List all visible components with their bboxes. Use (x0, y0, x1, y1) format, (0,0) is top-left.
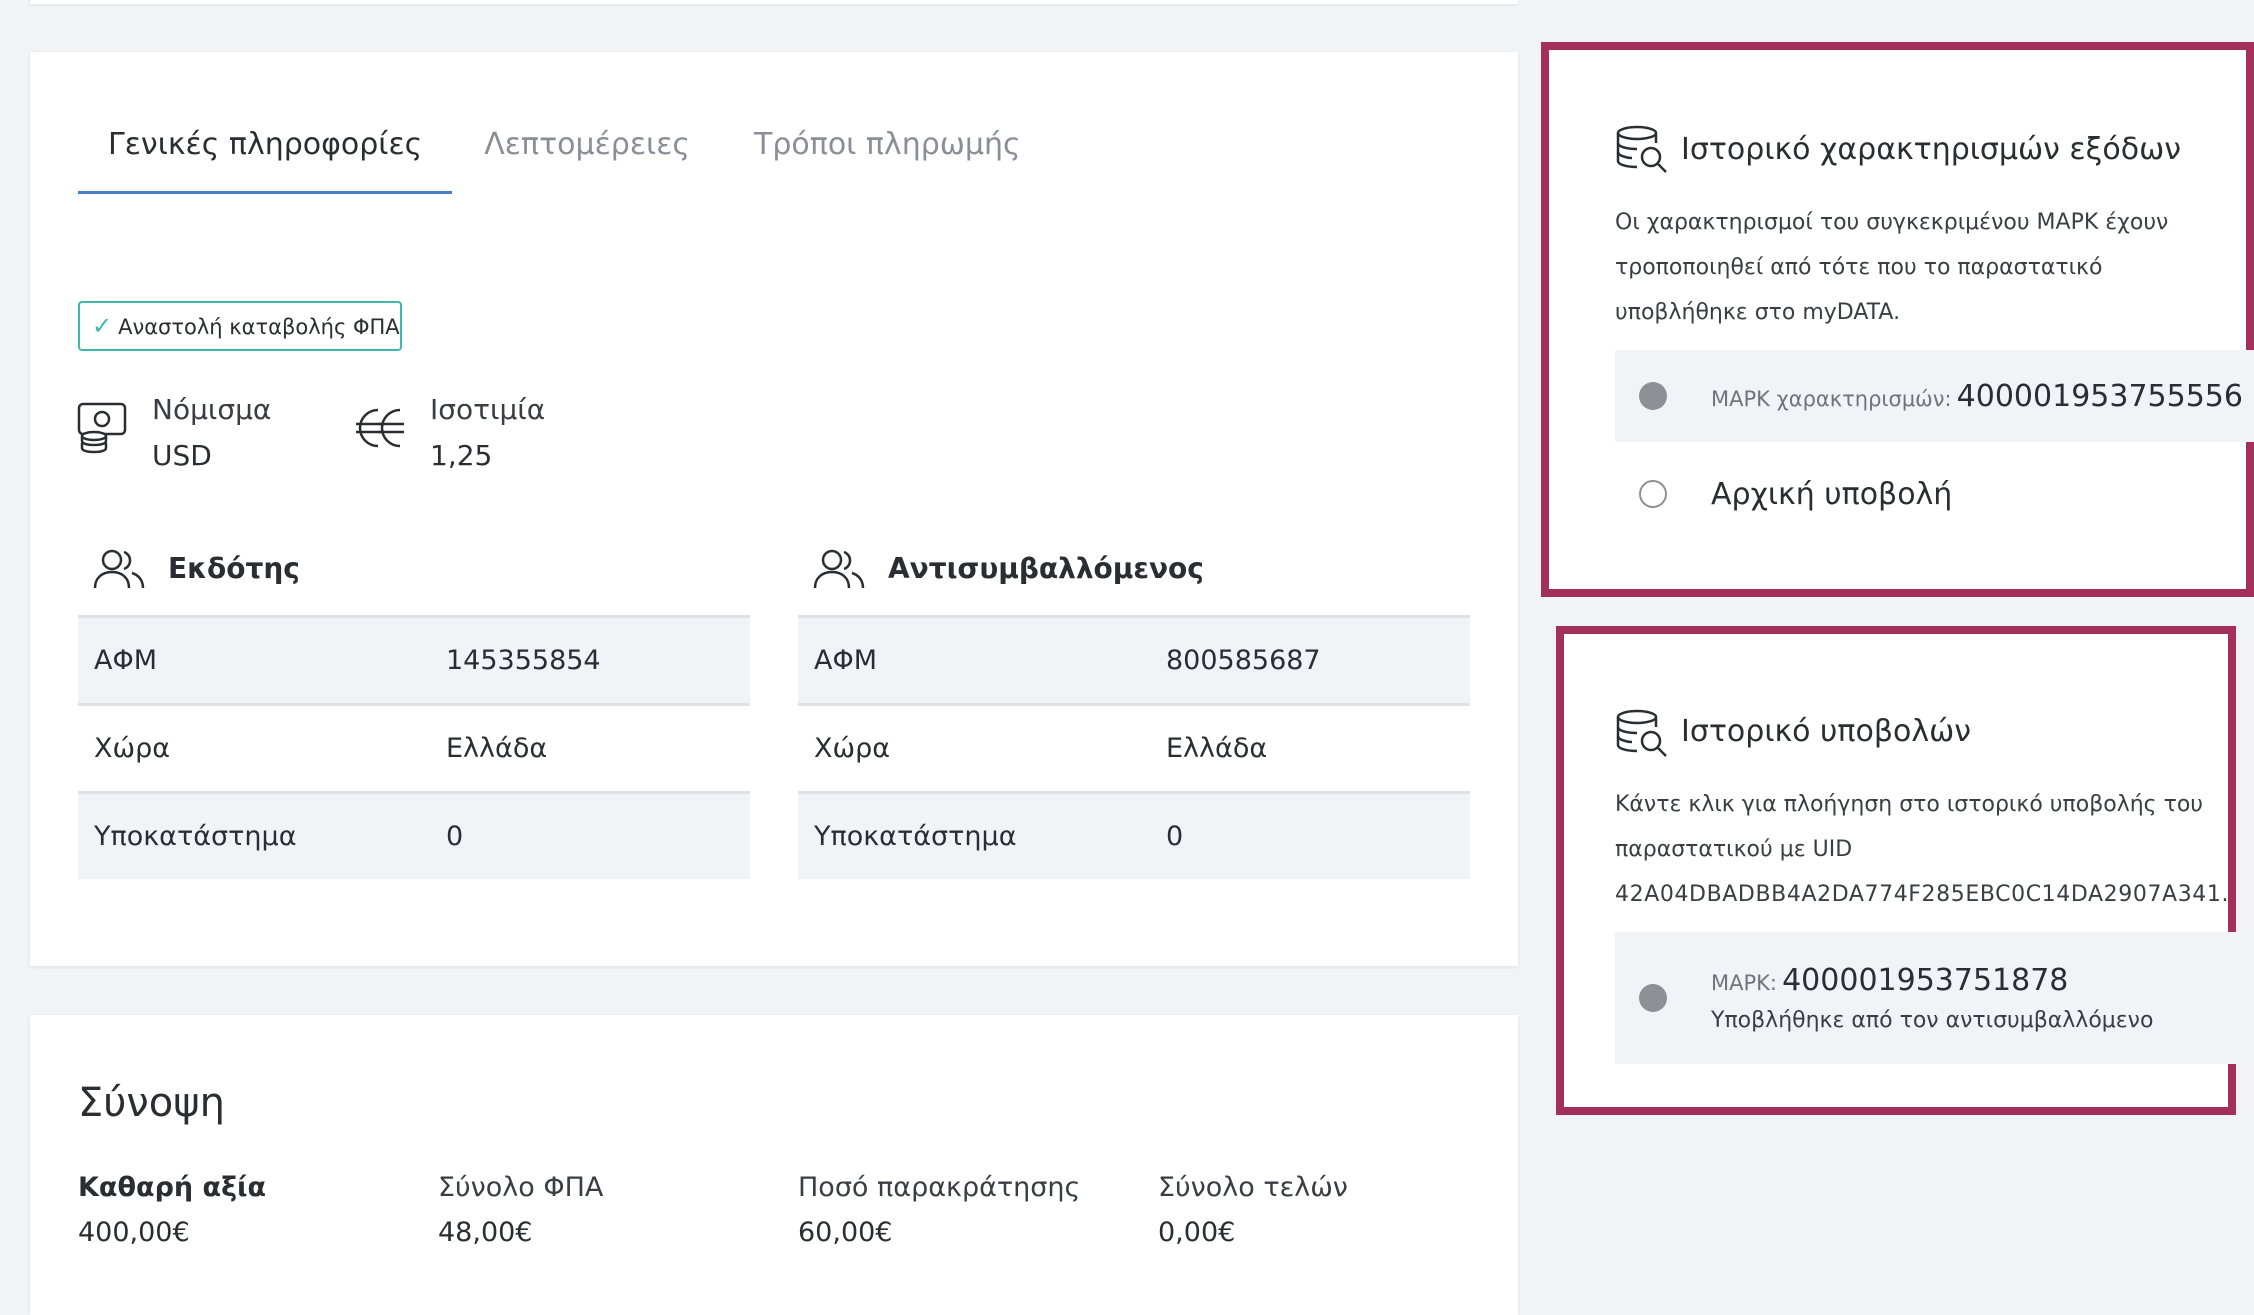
vat-suspension-label: Αναστολή καταβολής ΦΠΑ (118, 315, 400, 339)
desc-line: Οι χαρακτηρισμοί του συγκεκριμένου ΜΑΡΚ … (1615, 210, 2169, 235)
currency-coins-icon (76, 400, 130, 460)
mark-value: 400001953751878 (1782, 963, 2069, 998)
currency-info: Νόμισμα USD (152, 390, 271, 476)
issuer-table: ΑΦΜ 145355854 Χώρα Ελλάδα Υποκατάστημα 0 (78, 615, 750, 879)
database-search-icon (1615, 124, 1669, 178)
currency-value: USD (152, 439, 212, 472)
summary-vat-total: Σύνολο ΦΠΑ 48,00€ (438, 1172, 603, 1248)
tab-general-info[interactable]: Γενικές πληροφορίες (78, 120, 453, 194)
table-row: ΑΦΜ 800585687 (798, 618, 1470, 703)
exchange-rate-info: Ισοτιμία 1,25 (430, 390, 545, 476)
row-value: 800585687 (1166, 645, 1321, 676)
timeline-dot-filled (1639, 382, 1667, 410)
table-row: Χώρα Ελλάδα (78, 706, 750, 791)
top-card-remnant (30, 0, 1518, 4)
exchange-rate-label: Ισοτιμία (430, 393, 546, 426)
desc-line: 42A04DBADBB4A2DA774F285EBC0C14DA2907A341… (1615, 882, 2230, 907)
summary-net-value: Καθαρή αξία 400,00€ (78, 1172, 266, 1248)
row-key: Χώρα (814, 733, 891, 764)
summary-label: Ποσό παρακράτησης (798, 1172, 1081, 1203)
summary-value: 60,00€ (798, 1217, 893, 1248)
row-key: ΑΦΜ (94, 645, 158, 676)
row-key: Χώρα (94, 733, 171, 764)
submission-mark-entry[interactable]: ΜΑΡΚ: 400001953751878 Υποβλήθηκε από τον… (1615, 932, 2237, 1064)
expense-mark-entry[interactable]: ΜΑΡΚ χαρακτηρισμών: 400001953755556 (1615, 350, 2254, 442)
table-row: Υποκατάστημα 0 (798, 794, 1470, 879)
counterpart-table: ΑΦΜ 800585687 Χώρα Ελλάδα Υποκατάστημα 0 (798, 615, 1470, 879)
submission-history-title: Ιστορικό υποβολών (1681, 714, 1971, 749)
summary-label: Καθαρή αξία (78, 1172, 267, 1203)
expense-history-title: Ιστορικό χαρακτηρισμών εξόδων (1681, 132, 2181, 167)
mark-value: 400001953755556 (1956, 378, 2243, 414)
vat-suspension-badge: ✓ Αναστολή καταβολής ΦΠΑ (78, 301, 402, 351)
issuer-title: Εκδότης (168, 552, 300, 585)
summary-fees-total: Σύνολο τελών 0,00€ (1158, 1172, 1348, 1248)
mark-label: ΜΑΡΚ χαρακτηρισμών: (1711, 386, 1952, 411)
desc-line: παραστατικού με UID (1615, 837, 1853, 862)
expense-history-description: Οι χαρακτηρισμοί του συγκεκριμένου ΜΑΡΚ … (1615, 200, 2168, 335)
summary-label: Σύνολο τελών (1158, 1172, 1348, 1203)
summary-label: Σύνολο ΦΠΑ (438, 1172, 604, 1203)
row-value: 0 (446, 821, 464, 852)
counterpart-users-icon (812, 548, 866, 596)
summary-title: Σύνοψη (78, 1080, 225, 1126)
desc-line: Κάντε κλικ για πλοήγηση στο ιστορικό υπο… (1615, 792, 2204, 817)
issuer-users-icon (92, 548, 146, 596)
timeline-dot-empty (1639, 480, 1667, 508)
row-value: Ελλάδα (446, 733, 548, 764)
row-value: Ελλάδα (1166, 733, 1268, 764)
summary-value: 0,00€ (1158, 1217, 1236, 1248)
timeline-dot-filled (1639, 984, 1667, 1012)
expense-characterization-history-card: Ιστορικό χαρακτηρισμών εξόδων Οι χαρακτη… (1541, 42, 2254, 597)
initial-submission-entry[interactable]: Αρχική υποβολή (1615, 450, 1952, 538)
mark-label: ΜΑΡΚ: (1711, 971, 1777, 995)
row-key: Υποκατάστημα (94, 821, 297, 852)
tab-payment-methods[interactable]: Τρόποι πληρωμής (722, 120, 1053, 194)
summary-withholding: Ποσό παρακράτησης 60,00€ (798, 1172, 1080, 1248)
row-key: Υποκατάστημα (814, 821, 1017, 852)
tab-bar: Γενικές πληροφορίες Λεπτομέρειες Τρόποι … (78, 120, 1053, 194)
row-value: 0 (1166, 821, 1184, 852)
exchange-rate-value: 1,25 (430, 439, 493, 472)
summary-value: 48,00€ (438, 1217, 533, 1248)
check-icon: ✓ (92, 312, 113, 340)
table-row: ΑΦΜ 145355854 (78, 618, 750, 703)
table-row: Υποκατάστημα 0 (78, 794, 750, 879)
table-row: Χώρα Ελλάδα (798, 706, 1470, 791)
database-search-icon (1615, 708, 1669, 762)
submission-history-description[interactable]: Κάντε κλικ για πλοήγηση στο ιστορικό υπο… (1615, 782, 2229, 917)
counterpart-title: Αντισυμβαλλόμενος (888, 552, 1204, 585)
summary-value: 400,00€ (78, 1217, 190, 1248)
tab-details[interactable]: Λεπτομέρειες (452, 120, 722, 194)
desc-line: τροποποιηθεί από τότε που το παραστατικό (1615, 255, 2103, 280)
row-value: 145355854 (446, 645, 601, 676)
initial-submission-label: Αρχική υποβολή (1711, 476, 1953, 512)
euro-exchange-icon (354, 402, 410, 458)
submission-history-card: Ιστορικό υποβολών Κάντε κλικ για πλοήγησ… (1556, 626, 2237, 1115)
currency-label: Νόμισμα (152, 393, 272, 426)
row-key: ΑΦΜ (814, 645, 878, 676)
summary-card (30, 1015, 1518, 1315)
desc-line: υποβλήθηκε στο myDATA. (1615, 300, 1901, 325)
submitted-by-label: Υποβλήθηκε από τον αντισυμβαλλόμενο (1711, 1008, 2154, 1033)
